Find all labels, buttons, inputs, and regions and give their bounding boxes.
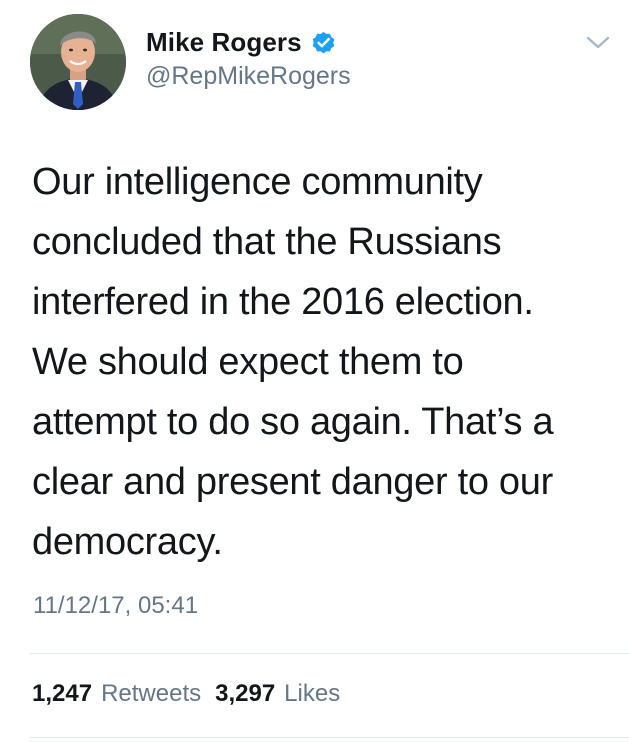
- verified-badge-icon: [310, 29, 337, 56]
- engagement-stats: 1,247 Retweets 3,297 Likes: [32, 680, 340, 708]
- handle[interactable]: @RepMikeRogers: [146, 62, 351, 91]
- tweet-header: Mike Rogers @RepMikeRogers: [0, 0, 629, 120]
- divider: [30, 653, 629, 654]
- retweets-count: 1,247: [32, 680, 93, 707]
- avatar[interactable]: [30, 14, 126, 110]
- avatar-photo: [30, 14, 126, 110]
- display-name[interactable]: Mike Rogers: [146, 27, 302, 58]
- name-row: Mike Rogers: [146, 22, 351, 62]
- likes-count: 3,297: [215, 680, 276, 707]
- chevron-down-icon[interactable]: [583, 32, 613, 54]
- retweets-label: Retweets: [101, 680, 202, 707]
- tweet-text: Our intelligence community concluded tha…: [32, 161, 554, 563]
- tweet-timestamp[interactable]: 11/12/17, 05:41: [33, 592, 198, 620]
- divider: [30, 737, 629, 738]
- likes-label: Likes: [284, 680, 341, 707]
- author-info: Mike Rogers @RepMikeRogers: [146, 22, 351, 91]
- retweets-stat[interactable]: 1,247 Retweets: [32, 680, 201, 708]
- likes-stat[interactable]: 3,297 Likes: [215, 680, 340, 708]
